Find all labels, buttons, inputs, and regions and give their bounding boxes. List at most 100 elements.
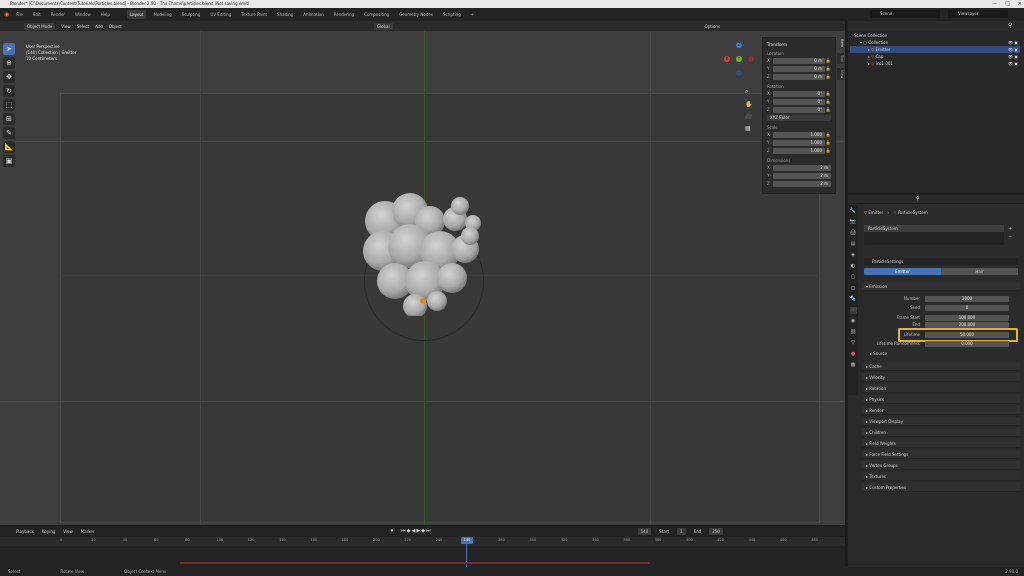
location-y-field[interactable]: 0 m (773, 65, 825, 72)
transform-tool-icon[interactable]: ⊞ (3, 113, 15, 125)
outliner-row-cap[interactable]: ▸ ▽ Cap 👁 ▣ (850, 53, 1020, 60)
playback-menu[interactable]: Playback (16, 529, 34, 534)
vertex-groups-section-header[interactable]: ▸ Vertex Groups (862, 461, 1020, 470)
tab-modeling[interactable]: Modeling (150, 10, 174, 19)
add-cube-tool-icon[interactable]: ▣ (3, 155, 15, 167)
location-x-field[interactable]: 0 m (773, 57, 825, 64)
field-weights-section-header[interactable]: ▸ Field Weights (862, 439, 1020, 448)
scale-x-field[interactable]: 1.000 (773, 131, 825, 138)
start-frame-field[interactable]: 1 (677, 527, 686, 535)
add-workspace-button[interactable]: + (468, 10, 477, 19)
tab-shading[interactable]: Shading (274, 10, 296, 19)
sidebar-tab-tool[interactable]: Tool (837, 52, 844, 64)
render-section-header[interactable]: ▸ Render (862, 406, 1020, 415)
tab-rendering[interactable]: Rendering (331, 10, 357, 19)
rotation-section-header[interactable]: ▸ Rotation (862, 384, 1020, 393)
view-menu[interactable]: View (63, 529, 73, 534)
transform-orientation[interactable]: Global (373, 22, 393, 30)
object-menu[interactable]: Object (109, 24, 122, 29)
dimensions-y-field[interactable]: 2 m (773, 172, 831, 179)
add-system-button[interactable]: + (1008, 225, 1012, 233)
physics-section-header[interactable]: ▸ Physics (862, 395, 1020, 404)
lock-icon[interactable]: 🔓 (825, 91, 831, 96)
lock-icon[interactable]: 🔓 (825, 74, 831, 79)
outliner-row-scene-collection[interactable]: Scene Collection (850, 32, 1020, 39)
view-menu[interactable]: View (61, 24, 71, 29)
rotation-z-field[interactable]: 0° (773, 106, 825, 113)
data-tab-icon[interactable]: ▽ (850, 340, 857, 347)
seed-field[interactable]: 0 (925, 305, 1009, 311)
source-subpanel[interactable]: ▸ Source (870, 351, 887, 356)
gizmo-neg-x-icon[interactable] (748, 56, 754, 62)
rotate-tool-icon[interactable]: ↻ (3, 85, 15, 97)
sidebar-tab-view[interactable]: View (837, 67, 844, 81)
lock-icon[interactable]: 🔓 (825, 140, 831, 145)
view-layer-selector[interactable]: ViewLayer (948, 10, 1008, 18)
number-field[interactable]: 2000 (925, 296, 1009, 302)
tab-animation[interactable]: Animation (300, 10, 326, 19)
playhead[interactable]: 140 (461, 537, 473, 544)
properties-search-icon[interactable]: ⚲ (916, 196, 920, 202)
material-tab-icon[interactable]: ● (850, 351, 857, 358)
outliner-row-emitter[interactable]: ▸ ▽ Emitter 👁 ▣ (850, 46, 1020, 53)
texture-tab-icon[interactable]: ▩ (850, 362, 857, 369)
record-icon[interactable]: ⏺ (391, 528, 394, 534)
perspective-icon[interactable]: ▦ (745, 125, 752, 132)
blender-logo-icon[interactable]: ◉ (4, 11, 9, 18)
particles-tab-icon[interactable]: ⁘ (849, 307, 857, 314)
type-emitter-button[interactable]: Emitter (864, 268, 941, 275)
location-z-field[interactable]: 0 m (773, 73, 825, 80)
custom-properties-section-header[interactable]: ▸ Custom Properties (862, 483, 1020, 492)
visibility-icon[interactable]: 👁 ▣ (1008, 53, 1018, 60)
remove-system-button[interactable]: − (1008, 233, 1012, 241)
visibility-icon[interactable]: 👁 ▣ (1008, 39, 1018, 46)
navigation-gizmo[interactable]: Z X Y (722, 42, 756, 82)
lock-icon[interactable]: 🔓 (825, 99, 831, 104)
camera-view-icon[interactable]: 🎥 (745, 113, 752, 120)
pan-icon[interactable]: ✋ (745, 101, 752, 108)
collection-tab-icon[interactable]: ▢ (850, 274, 857, 281)
lock-icon[interactable]: 🔓 (825, 58, 831, 63)
current-frame-field[interactable]: 140 (637, 527, 652, 535)
render-tab-icon[interactable]: 📷 (850, 219, 857, 226)
modifier-tab-icon[interactable]: 🔩 (850, 296, 857, 303)
dimensions-z-field[interactable]: 2 m (773, 180, 831, 187)
close-icon[interactable]: ✕ (1018, 0, 1022, 8)
world-tab-icon[interactable]: ◐ (850, 263, 857, 270)
menu-help[interactable]: Help (98, 10, 113, 19)
gizmo-y-icon[interactable]: Y (736, 56, 742, 62)
scale-z-field[interactable]: 1.000 (773, 147, 825, 154)
tab-texture-paint[interactable]: Texture Paint (238, 10, 270, 19)
maximize-icon[interactable]: □ (1005, 0, 1010, 8)
lifetime-randomness-field[interactable]: 0.000 (925, 341, 1009, 347)
scene-tab-icon[interactable]: ◈ (850, 252, 857, 259)
tab-layout[interactable]: Layout (126, 10, 147, 19)
minimize-icon[interactable]: — (992, 0, 997, 8)
particle-settings-field[interactable]: ParticleSettings (864, 258, 1018, 265)
lock-icon[interactable]: 🔓 (825, 148, 831, 153)
tab-uv-editing[interactable]: UV Editing (207, 10, 234, 19)
end-frame-field[interactable]: 250 (709, 527, 723, 535)
annotate-tool-icon[interactable]: ✎ (3, 127, 15, 139)
frame-start-field[interactable]: 100.000 (925, 315, 1009, 321)
outliner-filter-icon[interactable]: ⚲ (1008, 22, 1012, 29)
tool-tab-icon[interactable]: 🔧 (850, 208, 857, 215)
outliner-row-collection[interactable]: ▾ ▢ Collection 👁 ▣ (850, 39, 1020, 46)
view-layer-tab-icon[interactable]: ▤ (850, 241, 857, 248)
3d-viewport[interactable] (0, 21, 845, 525)
timeline-ruler[interactable]: 0204060801001201401601802002202402602803… (0, 537, 845, 546)
scene-selector[interactable]: Scene (870, 10, 940, 18)
measure-tool-icon[interactable]: 📐 (3, 141, 15, 153)
transform-header[interactable]: Transform (767, 42, 831, 47)
rotation-x-field[interactable]: 0° (773, 90, 825, 97)
tab-compositing[interactable]: Compositing (361, 10, 392, 19)
gizmo-z-icon[interactable]: Z (736, 42, 742, 48)
visibility-icon[interactable]: 👁 ▣ (1008, 60, 1018, 67)
select-tool-icon[interactable]: ➤ (3, 43, 15, 55)
viewport-display-section-header[interactable]: ▸ Viewport Display (862, 417, 1020, 426)
cache-section-header[interactable]: ▸ Cache (862, 362, 1020, 371)
cursor-tool-icon[interactable]: ⊕ (3, 57, 15, 69)
menu-render[interactable]: Render (48, 10, 68, 19)
menu-file[interactable]: File (13, 10, 26, 19)
gizmo-neg-z-icon[interactable] (736, 70, 742, 76)
